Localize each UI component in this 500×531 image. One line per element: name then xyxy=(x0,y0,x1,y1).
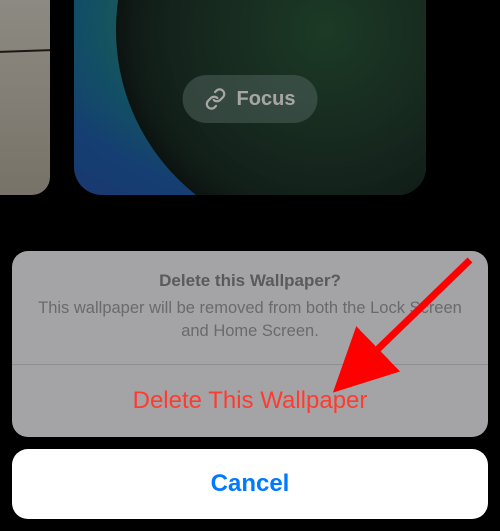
crack-line xyxy=(0,49,50,53)
cancel-button[interactable]: Cancel xyxy=(12,449,488,519)
action-sheet: Delete this Wallpaper? This wallpaper wi… xyxy=(12,251,488,437)
focus-label: Focus xyxy=(237,88,296,111)
focus-button[interactable]: Focus xyxy=(183,75,318,123)
delete-wallpaper-button[interactable]: Delete This Wallpaper xyxy=(12,365,488,437)
sheet-message: This wallpaper will be removed from both… xyxy=(34,297,466,342)
wallpaper-gallery: Focus xyxy=(0,0,500,210)
action-sheet-container: Delete this Wallpaper? This wallpaper wi… xyxy=(12,251,488,519)
sheet-header: Delete this Wallpaper? This wallpaper wi… xyxy=(12,251,488,364)
wallpaper-preview-left xyxy=(0,0,50,195)
link-icon xyxy=(205,88,227,110)
sheet-title: Delete this Wallpaper? xyxy=(34,271,466,291)
wallpaper-preview-center: Focus xyxy=(74,0,426,195)
